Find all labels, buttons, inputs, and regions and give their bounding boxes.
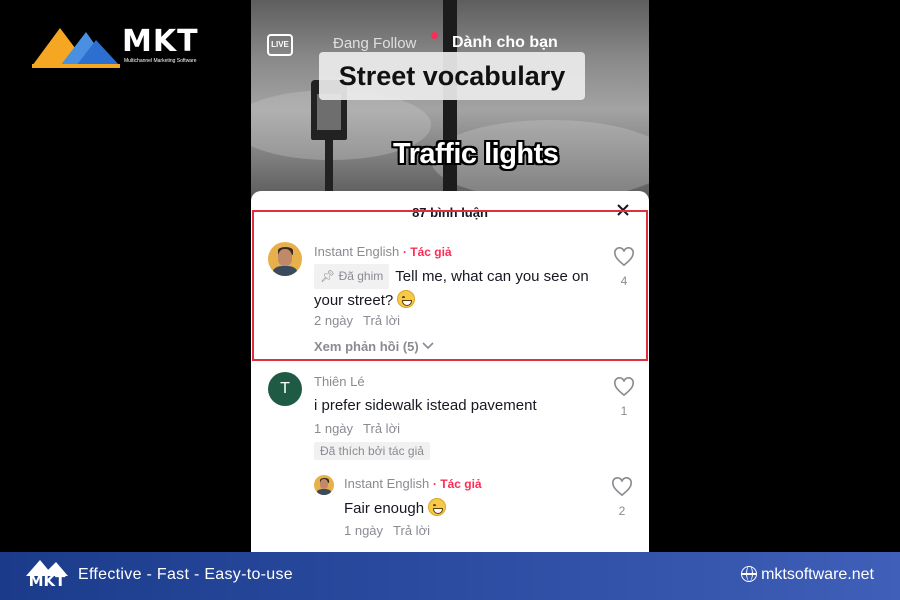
avatar-head	[278, 249, 293, 267]
avatar[interactable]	[314, 475, 334, 495]
heart-icon[interactable]	[611, 477, 633, 497]
username-text[interactable]: Instant English	[314, 244, 399, 259]
tab-following[interactable]: Đang Follow	[333, 35, 416, 52]
like-count: 2	[618, 504, 626, 518]
author-tag: · Tác giả	[432, 477, 482, 491]
mkt-logo-mark-icon	[32, 28, 120, 68]
footer-logo-text: MKT	[28, 572, 66, 590]
comment-text: 📌︎ Đã ghim Tell me, what can you see on y…	[314, 264, 594, 312]
comment-username[interactable]: Instant English · Tác giả	[314, 244, 452, 259]
heart-icon[interactable]	[613, 247, 635, 267]
footer-logo: MKT	[22, 558, 72, 594]
video-caption-title: Street vocabulary	[319, 52, 585, 100]
logo-text: MKT	[122, 24, 199, 59]
reply-age: 1 ngày	[344, 523, 384, 538]
comment-meta: 2 ngày Trả lời	[314, 313, 400, 328]
logo-subtext: Multichannel Marketing Software	[124, 58, 197, 64]
avatar[interactable]	[268, 242, 302, 276]
grin-emoji-icon	[428, 498, 447, 516]
reply-button[interactable]: Trả lời	[363, 421, 400, 436]
screenshot-stage: MKT Multichannel Marketing Software LIVE…	[0, 0, 900, 600]
comment-age: 2 ngày	[314, 313, 354, 328]
pin-icon: 📌︎	[320, 269, 336, 283]
username-text[interactable]: Instant English	[344, 476, 429, 491]
avatar-head	[320, 479, 329, 490]
comment-text: i prefer sidewalk istead pavement	[314, 397, 537, 414]
reply-meta: 1 ngày Trả lời	[344, 523, 430, 538]
mkt-logo: MKT Multichannel Marketing Software	[30, 22, 215, 70]
reply-text: Fair enough	[344, 497, 447, 520]
comments-panel: 87 bình luận Instant English · Tác giả 📌…	[251, 191, 649, 552]
video-caption-subtitle: Traffic lights	[393, 138, 559, 170]
pinned-badge: 📌︎ Đã ghim	[314, 264, 390, 289]
reply-body: Fair enough	[344, 500, 425, 517]
brand-tagline: Effective - Fast - Easy-to-use	[78, 566, 293, 583]
brand-footer-bar: MKT Effective - Fast - Easy-to-use mktso…	[0, 552, 900, 600]
brand-website: mktsoftware.net	[741, 566, 874, 584]
grin-emoji-icon	[397, 290, 416, 308]
heart-icon[interactable]	[613, 377, 635, 397]
tab-for-you[interactable]: Dành cho bạn	[452, 34, 558, 52]
globe-icon	[741, 566, 758, 582]
avatar-shirt	[316, 489, 332, 495]
website-text: mktsoftware.net	[761, 566, 874, 583]
comment-meta: 1 ngày Trả lời	[314, 421, 400, 436]
avatar[interactable]: T	[268, 372, 302, 406]
notification-dot	[431, 32, 438, 39]
reply-username[interactable]: Instant English · Tác giả	[344, 476, 482, 491]
reply-button[interactable]: Trả lời	[393, 523, 430, 538]
avatar-shirt	[272, 266, 298, 276]
view-replies-label[interactable]: Xem phản hồi (5)	[314, 339, 419, 354]
like-button[interactable]: 1	[612, 377, 636, 418]
liked-by-author-badge: Đã thích bởi tác giả	[314, 442, 430, 460]
like-count: 4	[620, 274, 628, 288]
like-button[interactable]: 4	[612, 247, 636, 288]
chevron-down-icon	[422, 342, 434, 350]
comment-age: 1 ngày	[314, 421, 354, 436]
author-tag: · Tác giả	[402, 245, 452, 259]
comment-username[interactable]: Thiên Lé	[314, 374, 365, 389]
live-icon[interactable]: LIVE	[267, 34, 293, 56]
video-background: LIVE Đang Follow Dành cho bạn Street voc…	[251, 0, 649, 200]
phone-screen: LIVE Đang Follow Dành cho bạn Street voc…	[251, 0, 649, 552]
like-count: 1	[620, 404, 628, 418]
reply-button[interactable]: Trả lời	[363, 313, 400, 328]
like-button[interactable]: 2	[610, 477, 634, 518]
pinned-label: Đã ghim	[338, 269, 384, 283]
view-replies-button[interactable]: Xem phản hồi (5)	[314, 339, 434, 354]
